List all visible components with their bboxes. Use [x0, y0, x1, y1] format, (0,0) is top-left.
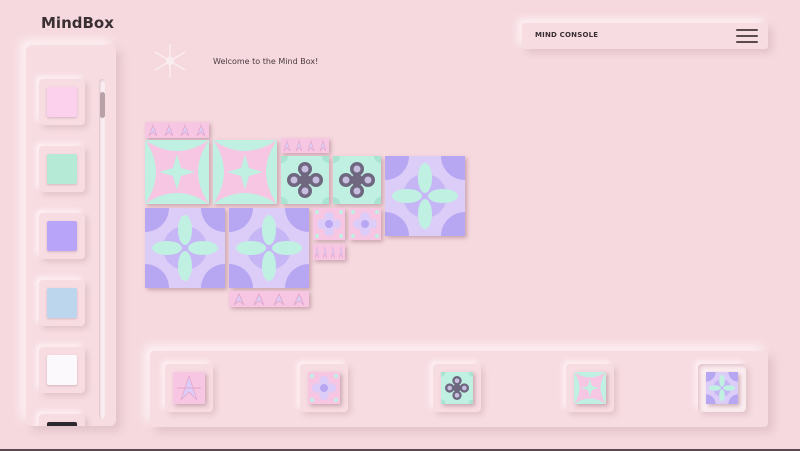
- tile-star-mint[interactable]: [213, 140, 277, 204]
- mind-console-bar: MIND CONSOLE: [522, 23, 768, 49]
- swatch-fill: [47, 221, 77, 251]
- color-swatch-lavender[interactable]: [39, 213, 85, 259]
- tile-arrows[interactable]: [229, 291, 309, 307]
- snowflake-logo-icon: [154, 44, 186, 78]
- swatch-fill: [47, 355, 77, 385]
- tile-clover[interactable]: [385, 156, 465, 236]
- tray-pattern-clover[interactable]: [698, 364, 746, 412]
- pattern-tray: [150, 351, 768, 427]
- arrows-pattern-icon: [173, 372, 205, 404]
- color-swatch-mint[interactable]: [39, 146, 85, 192]
- sidebar-scroll-thumb[interactable]: [100, 92, 105, 118]
- clover-pattern-icon: [706, 372, 738, 404]
- star-pattern-icon: [574, 372, 606, 404]
- tile-flower-pink[interactable]: [349, 208, 381, 240]
- console-label: MIND CONSOLE: [535, 31, 599, 39]
- swatch-fill: [47, 288, 77, 318]
- swatch-fill: [47, 154, 77, 184]
- tray-pattern-arrows[interactable]: [165, 364, 213, 412]
- tile-arrows[interactable]: [313, 244, 345, 260]
- tray-pattern-star[interactable]: [566, 364, 614, 412]
- tile-beads[interactable]: [281, 156, 329, 204]
- tile-star-mint[interactable]: [145, 140, 209, 204]
- color-palette-sidebar: [26, 45, 116, 426]
- color-swatch-blue[interactable]: [39, 280, 85, 326]
- tile-clover[interactable]: [229, 208, 309, 288]
- app-title: MindBox: [41, 14, 114, 32]
- welcome-message: Welcome to the Mind Box!: [213, 57, 319, 66]
- tile-arrows[interactable]: [281, 138, 329, 153]
- sidebar-scrollbar[interactable]: [99, 79, 105, 419]
- tile-beads[interactable]: [333, 156, 381, 204]
- tray-pattern-beads[interactable]: [433, 364, 481, 412]
- flower-pattern-icon: [308, 372, 340, 404]
- color-swatch-white[interactable]: [39, 347, 85, 393]
- swatch-fill: [47, 422, 77, 426]
- tray-pattern-flower[interactable]: [300, 364, 348, 412]
- tile-flower-pink[interactable]: [313, 208, 345, 240]
- beads-pattern-icon: [441, 372, 473, 404]
- hamburger-menu-icon[interactable]: [736, 28, 758, 44]
- tile-arrows[interactable]: [145, 122, 209, 138]
- color-swatch-pink[interactable]: [39, 79, 85, 125]
- color-swatch-black[interactable]: [39, 414, 85, 426]
- tile-clover[interactable]: [145, 208, 225, 288]
- swatch-fill: [47, 87, 77, 117]
